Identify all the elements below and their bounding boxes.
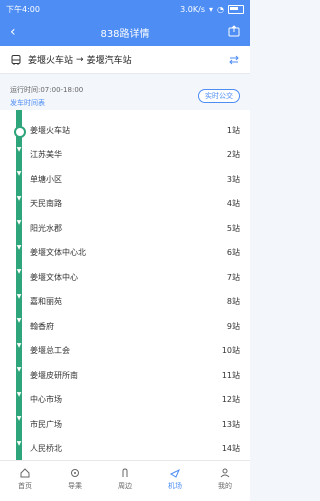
station-name: 姜堰皮研所南 [30, 370, 78, 380]
route-direction-icon: ▼ [16, 194, 22, 202]
station-index: 9站 [226, 321, 240, 331]
route-card: 姜堰火车站 → 姜堰汽车站 [0, 46, 250, 74]
route-arrow: → [76, 54, 84, 65]
home-icon [20, 468, 30, 478]
station-name: 姜堰火车站 [30, 125, 70, 135]
realtime-bus-button[interactable]: 实时公交 [198, 89, 240, 103]
route-direction-icon: ▼ [16, 341, 22, 349]
station-index: 7站 [226, 272, 240, 282]
route-direction-icon: ▼ [16, 268, 22, 275]
operating-hours: 运行时间:07:00-18:00 [10, 86, 84, 94]
route-direction-icon: ▼ [16, 292, 22, 300]
station-index: 3站 [226, 174, 240, 184]
route-direction-icon: ▼ [16, 170, 22, 177]
station-row[interactable]: 姜堰文体中心北 6站 [30, 241, 240, 265]
network-speed: 3.0K/s [180, 4, 205, 14]
station-name: 嘉和丽苑 [30, 297, 62, 306]
station-index: 4站 [226, 199, 240, 208]
schedule-link[interactable]: 发车时间表 [10, 98, 45, 108]
tab-label: 周边 [118, 482, 132, 490]
route-direction-icon: ▼ [16, 390, 22, 398]
station-row[interactable]: 人民桥北 14站 [30, 437, 240, 461]
route-destination: 姜堰汽车站 [86, 56, 132, 66]
station-index: 1站 [226, 125, 240, 135]
station-row[interactable]: 江苏美华 2站 [30, 143, 240, 167]
station-index: 11站 [221, 370, 240, 380]
station-name: 单塘小区 [30, 174, 62, 184]
tab-label: 导乘 [68, 482, 82, 490]
station-name: 天民南路 [30, 199, 62, 208]
tab-label: 我的 [218, 482, 232, 490]
route-direction-icon: ▼ [16, 439, 22, 447]
battery-icon [228, 4, 244, 14]
tab-label: 机场 [168, 482, 182, 490]
station-row[interactable]: 中心市场 12站 [30, 388, 240, 412]
status-icons: 3.0K/s ▾ ◔ [180, 4, 244, 14]
station-index: 10站 [221, 346, 240, 355]
station-name: 阳光水郡 [30, 223, 62, 233]
route-direction-icon: ▼ [16, 415, 22, 422]
station-index: 13站 [221, 419, 240, 429]
station-name: 人民桥北 [30, 444, 62, 453]
start-station-dot [14, 126, 26, 138]
navigation-icon [71, 469, 79, 477]
station-row[interactable]: 姜堰文体中心 7站 [30, 265, 240, 289]
station-row[interactable]: 姜堰火车站 1站 [30, 118, 240, 142]
station-index: 5站 [226, 223, 240, 233]
station-index: 2站 [226, 150, 240, 159]
route-origin: 姜堰火车站 [28, 56, 74, 66]
status-bar: 下午4:00 3.0K/s ▾ ◔ [0, 0, 250, 18]
station-row[interactable]: 单塘小区 3站 [30, 167, 240, 191]
tab-label: 首页 [18, 482, 32, 490]
route-direction-icon: ▼ [16, 243, 22, 251]
station-index: 8站 [226, 297, 240, 306]
station-row[interactable]: 嘉和丽苑 8站 [30, 290, 240, 314]
station-index: 6站 [226, 248, 240, 257]
route-direction-icon: ▼ [16, 317, 22, 324]
bus-icon [11, 54, 21, 65]
wifi-icon: ◔ [217, 4, 224, 14]
tab-nearby[interactable]: 周边 [100, 463, 150, 499]
station-list: 姜堰火车站 1站江苏美华 2站单塘小区 3站天民南路 4站阳光水郡 5站姜堰文体中心北 6站… [0, 110, 250, 478]
route-line [16, 110, 22, 460]
route-direction-icon: ▼ [16, 145, 22, 153]
station-name: 市民广场 [30, 419, 62, 429]
station-name: 中心市场 [30, 395, 62, 404]
station-name: 姜堰文体中心 [30, 272, 78, 282]
swap-direction-icon[interactable] [228, 54, 240, 66]
tab-navigation[interactable]: 导乘 [50, 463, 100, 499]
share-icon[interactable] [228, 25, 240, 37]
signal-icon: ▾ [209, 4, 214, 14]
route-info: 运行时间:07:00-18:00 发车时间表 实时公交 [0, 74, 250, 110]
station-name: 姜堰总工会 [30, 346, 70, 355]
tab-airport[interactable]: 机场 [150, 463, 200, 499]
station-row[interactable]: 姜堰总工会 10站 [30, 339, 240, 363]
back-icon[interactable]: ‹ [10, 23, 16, 41]
airport-icon [169, 468, 180, 478]
station-name: 姜堰文体中心北 [30, 248, 86, 257]
top-header: ‹ 838路详情 [0, 18, 250, 46]
route-direction-icon: ▼ [16, 366, 22, 373]
status-time: 下午4:00 [6, 4, 40, 14]
page-title: 838路详情 [100, 28, 150, 40]
station-row[interactable]: 天民南路 4站 [30, 192, 240, 216]
station-index: 14站 [221, 444, 240, 453]
station-name: 江苏美华 [30, 150, 62, 159]
station-name: 翰香府 [30, 321, 54, 331]
route-direction-icon: ▼ [16, 219, 22, 226]
station-row[interactable]: 市民广场 13站 [30, 412, 240, 436]
station-row[interactable]: 阳光水郡 5站 [30, 216, 240, 240]
station-row[interactable]: 翰香府 9站 [30, 314, 240, 338]
nearby-icon [122, 468, 128, 477]
profile-icon [220, 468, 230, 478]
station-index: 12站 [221, 395, 240, 404]
bottom-navigation: 首页 导乘 周边 机场 我的 [0, 460, 250, 501]
tab-profile[interactable]: 我的 [200, 463, 250, 499]
station-row[interactable]: 姜堰皮研所南 11站 [30, 363, 240, 387]
tab-home[interactable]: 首页 [0, 463, 50, 499]
